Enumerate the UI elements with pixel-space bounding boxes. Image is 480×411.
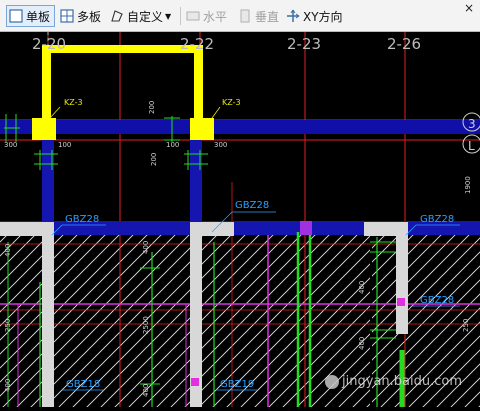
watermark: jingyan.baidu.com — [325, 374, 462, 389]
horizontal-icon — [186, 11, 200, 21]
horizontal-button[interactable]: 水平 — [184, 5, 231, 27]
vertical-label: 垂直 — [255, 9, 280, 24]
axis-circle-label: L — [468, 139, 475, 153]
wall-label-gbz18: GBZ18 — [66, 379, 100, 390]
dim-400: 400 — [142, 241, 150, 254]
axis-label-2-23: 2-23 — [287, 35, 321, 53]
axis-label-2-20: 2-20 — [32, 35, 66, 53]
dim-400: 400 — [358, 281, 366, 294]
dim-200: 200 — [148, 101, 156, 114]
dim-300: 300 — [214, 141, 227, 149]
wall-label-gbz19: GBZ19 — [220, 379, 254, 390]
wall-label-gbz28: GBZ28 — [420, 214, 454, 225]
axis-label-2-22: 2-22 — [180, 35, 214, 53]
multi-slab-label: 多板 — [77, 9, 102, 24]
column-label-kz3-right: KZ-3 — [222, 98, 241, 107]
magenta-marker — [191, 378, 199, 386]
xy-direction-icon — [287, 9, 300, 22]
single-slab-icon — [9, 9, 23, 23]
yellow-frame-left — [42, 45, 51, 125]
wall-column — [396, 222, 408, 334]
axis-circle-label: 3 — [468, 117, 476, 131]
dim-2500: 2500 — [142, 316, 150, 334]
axis-label-2-26: 2-26 — [387, 35, 421, 53]
blue-beam-horizontal — [0, 120, 480, 134]
dim-300: 300 — [4, 141, 17, 149]
toolbar-separator — [180, 7, 181, 25]
vertical-button[interactable]: 垂直 — [236, 5, 283, 27]
leader-line — [49, 106, 61, 119]
horizontal-label: 水平 — [203, 9, 228, 24]
column-label-kz3-left: KZ-3 — [64, 98, 83, 107]
yellow-frame-right — [194, 45, 203, 125]
dim-250: 250 — [462, 319, 470, 332]
dim-400: 400 — [358, 337, 366, 350]
dim-400: 400 — [4, 244, 12, 257]
multi-slab-button[interactable]: 多板 — [58, 5, 105, 27]
blue-beam-vertical — [42, 132, 54, 224]
wall-label-gbz28: GBZ28 — [235, 200, 269, 211]
leader-line — [211, 106, 221, 119]
multi-slab-icon — [60, 9, 74, 23]
cad-drawing: 2-20 2-22 2-23 2-26 KZ-3 KZ-3 GBZ28 GBZ2… — [0, 32, 480, 407]
watermark-text: jingyan.baidu.com — [342, 374, 462, 389]
custom-button[interactable]: 自定义 ▼ — [108, 5, 175, 27]
xy-direction-button[interactable]: XY方向 — [284, 5, 347, 27]
magenta-marker — [300, 221, 312, 235]
chevron-down-icon[interactable]: ▼ — [165, 12, 171, 21]
kz3-column-left — [32, 118, 56, 140]
wall-label-gbz28: GBZ28 — [420, 295, 454, 306]
dim-200: 200 — [150, 153, 158, 166]
magenta-marker — [397, 298, 405, 306]
wall-label-gbz28: GBZ28 — [65, 214, 99, 225]
dim-100: 100 — [58, 141, 71, 149]
kz3-column-right — [190, 118, 214, 140]
dim-250: 250 — [4, 319, 12, 332]
custom-label: 自定义 — [127, 9, 164, 24]
blue-beam-vertical — [190, 132, 202, 224]
custom-draw-icon — [111, 10, 123, 22]
close-icon[interactable]: × — [464, 2, 474, 14]
vertical-icon — [240, 9, 250, 23]
xy-direction-label: XY方向 — [303, 9, 343, 24]
single-slab-label: 单板 — [26, 9, 51, 24]
dim-400: 400 — [4, 379, 12, 392]
toolbar: 单板 多板 自定义 ▼ 水平 垂直 XY方向 × — [0, 0, 480, 32]
baidu-paw-icon — [325, 374, 340, 389]
single-slab-button[interactable]: 单板 — [6, 5, 56, 27]
dim-400: 400 — [142, 384, 150, 397]
dim-1900: 1900 — [464, 176, 472, 194]
dim-100: 100 — [166, 141, 179, 149]
cad-canvas[interactable]: 2-20 2-22 2-23 2-26 KZ-3 KZ-3 GBZ28 GBZ2… — [0, 32, 480, 407]
wall-column — [42, 222, 54, 407]
